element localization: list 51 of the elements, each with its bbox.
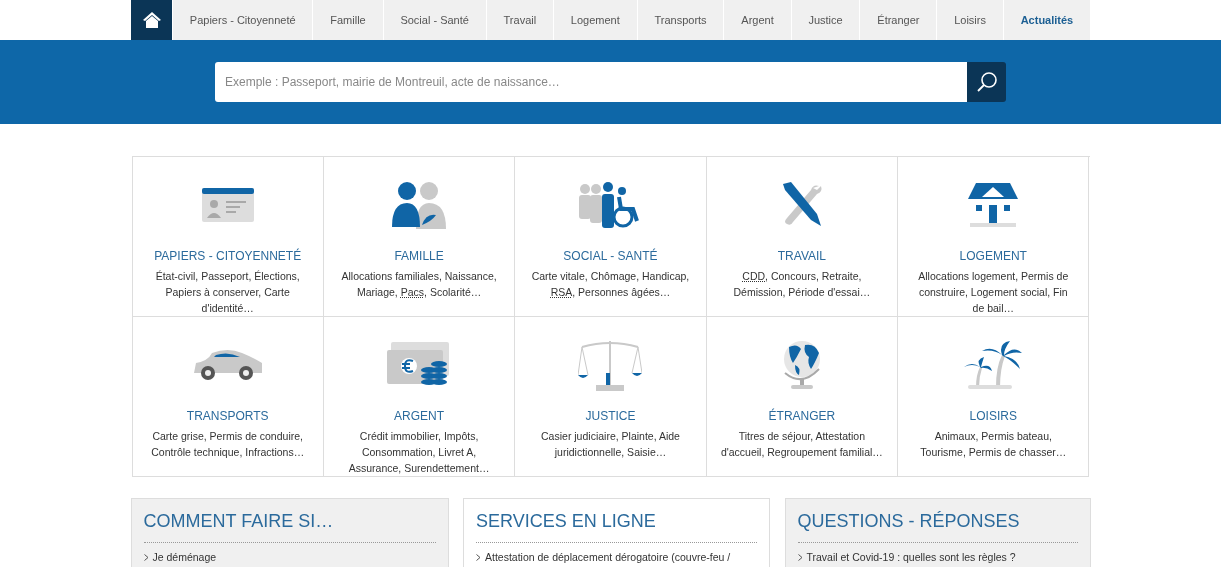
family-icon <box>392 181 447 229</box>
category-title: FAMILLE <box>394 249 444 263</box>
panel-title: SERVICES EN LIGNE <box>476 511 757 543</box>
category-description: CDD, Concours, Retraite, Démission, Période d'essai… <box>732 269 872 300</box>
category-tile[interactable]: LOISIRS Animaux, Permis bateau, Tourisme, Permis de chasser… <box>898 317 1090 477</box>
id-card-icon <box>201 188 254 222</box>
panel-title: QUESTIONS - RÉPONSES <box>797 511 1078 543</box>
category-tile[interactable]: FAMILLE Allocations familiales, Naissance, Mariage, Pacs, Scolarité… <box>323 157 516 317</box>
category-tile[interactable]: TRANSPORTS Carte grise, Permis de conduire, Contrôle technique, Infractions… <box>132 317 324 477</box>
category-description: Carte grise, Permis de conduire, Contrôle technique, Infractions… <box>150 429 306 460</box>
chevron-icon <box>143 553 149 561</box>
search-icon <box>975 71 998 93</box>
category-tile[interactable]: ÉTRANGER Titres de séjour, Attestation d'accueil, Regroupement familial… <box>706 317 899 477</box>
money-icon <box>387 342 452 388</box>
category-tile[interactable]: SOCIAL - SANTÉ Carte vitale, Chômage, Handicap, RSA, Personnes âgées… <box>515 157 707 317</box>
home-icon <box>141 11 162 29</box>
house-icon <box>968 183 1019 227</box>
category-title: ARGENT <box>394 409 445 423</box>
category-tile[interactable]: ARGENT Crédit immobilier, Impôts, Consommation, Livret A, Assurance, Surendettement… <box>323 317 516 477</box>
scales-icon <box>578 339 643 391</box>
category-title: LOISIRS <box>969 409 1017 423</box>
panel-link[interactable]: Travail et Covid-19 : quelles sont les règles ? <box>806 551 1016 563</box>
category-description: Allocations familiales, Naissance, Mariage, Pacs, Scolarité… <box>340 269 498 300</box>
category-tile[interactable]: TRAVAIL CDD, Concours, Retraite, Démission, Période d'essai… <box>706 157 899 317</box>
panel-title: COMMENT FAIRE SI… <box>143 511 436 543</box>
category-description: Titres de séjour, Attestation d'accueil, Regroupement familial… <box>720 429 884 460</box>
category-title: TRAVAIL <box>777 249 826 263</box>
car-icon <box>191 349 264 381</box>
panel-link[interactable]: Je déménage <box>152 551 217 563</box>
home-tab[interactable] <box>131 0 172 40</box>
search-button[interactable] <box>967 62 1006 102</box>
category-description: Crédit immobilier, Impôts, Consommation, Livret A, Assurance, Surendettement… <box>347 429 491 476</box>
category-title: LOGEMENT <box>959 249 1027 263</box>
chevron-icon <box>476 553 481 561</box>
category-tile[interactable]: PAPIERS - CITOYENNETÉ État-civil, Passeport, Élections, Papiers à conserver, Carte d'identité… <box>132 157 324 317</box>
category-title: PAPIERS - CITOYENNETÉ <box>154 249 302 263</box>
chevron-icon <box>797 553 803 561</box>
category-description: État-civil, Passeport, Élections, Papiers à conserver, Carte d'identité… <box>154 269 301 316</box>
category-title: JUSTICE <box>585 409 636 423</box>
category-title: SOCIAL - SANTÉ <box>563 249 658 263</box>
category-title: ÉTRANGER <box>768 409 836 423</box>
category-description: Animaux, Permis bateau, Tourisme, Permis de chasser… <box>919 429 1068 460</box>
category-description: Allocations logement, Permis de construire, Logement social, Fin de bail… <box>917 269 1070 316</box>
search-field[interactable]: Exemple : Passeport, mairie de Montreuil, acte de naissance… <box>215 62 967 102</box>
category-description: Carte vitale, Chômage, Handicap, RSA, Personnes âgées… <box>530 269 691 300</box>
panel-link[interactable]: Attestation de déplacement dérogatoire (couvre-feu / <box>485 551 731 563</box>
category-description: Casier judiciaire, Plainte, Aide juridictionnelle, Saisie… <box>540 429 681 460</box>
category-title: TRANSPORTS <box>186 409 269 423</box>
category-tile[interactable]: LOGEMENT Allocations logement, Permis de construire, Logement social, Fin de bail… <box>898 157 1090 317</box>
people-wheelchair-icon <box>579 181 642 229</box>
category-tile[interactable]: JUSTICE Casier judiciaire, Plainte, Aide juridictionnelle, Saisie… <box>515 317 707 477</box>
